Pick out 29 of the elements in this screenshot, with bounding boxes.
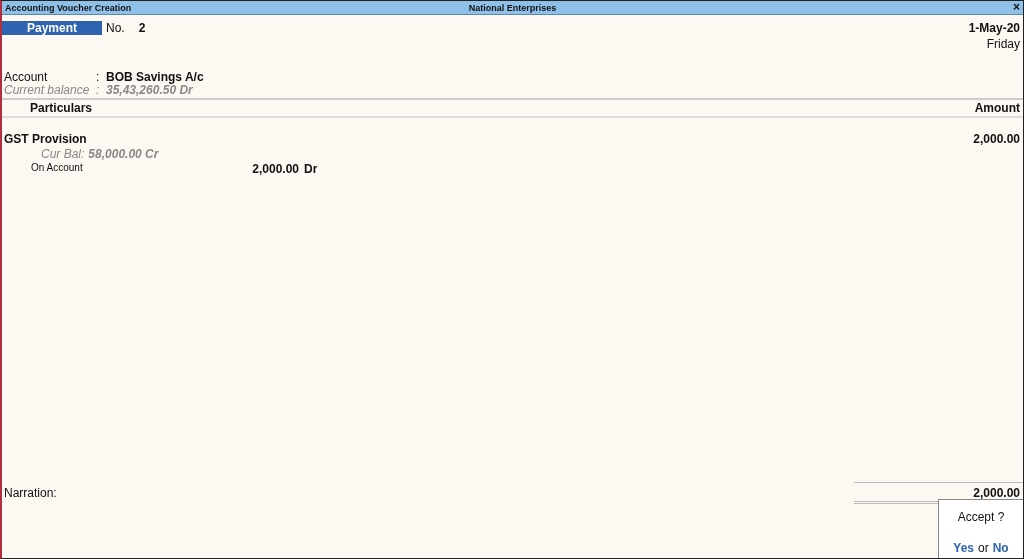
balance-value: 35,43,260.50 Dr: [106, 84, 194, 97]
balance-label: Current balance: [4, 84, 91, 97]
yes-button[interactable]: Yes: [953, 541, 974, 555]
bill-type: On Account: [31, 162, 84, 175]
close-button[interactable]: ×: [1012, 2, 1020, 13]
voucher-type-label: Payment: [2, 21, 102, 35]
column-header: Amount: [974, 101, 1020, 115]
ledger-name: GST Provision: [4, 132, 87, 146]
column-header: Particulars: [30, 101, 93, 115]
narration-label: Narration:: [4, 486, 57, 500]
cur-bal-value: 58,000.00 Cr: [88, 147, 159, 161]
weekday-label: Friday: [986, 37, 1020, 51]
number-label: No.: [106, 21, 125, 37]
dialog-title: Accept ?: [957, 510, 1005, 524]
cur-bal-label: Cur Bal:: [41, 147, 85, 161]
company-name: National Enterprises: [468, 2, 557, 13]
window-title: Accounting Voucher Creation: [5, 2, 132, 13]
colon-separator: :: [96, 71, 101, 84]
total-amount: 2,000.00: [973, 486, 1020, 500]
colon-separator: :: [96, 84, 101, 97]
bill-amount: 2,000.00: [251, 162, 299, 176]
account-label: Account: [4, 71, 49, 84]
ledger-amount: 2,000.00: [973, 132, 1020, 146]
voucher-date: 1-May-20: [968, 21, 1020, 35]
account-value: BOB Savings A/c: [106, 71, 205, 84]
or-label: or: [978, 541, 989, 555]
bill-side: Dr: [303, 162, 319, 176]
no-button[interactable]: No: [992, 541, 1009, 555]
voucher-number: 2: [138, 21, 146, 37]
